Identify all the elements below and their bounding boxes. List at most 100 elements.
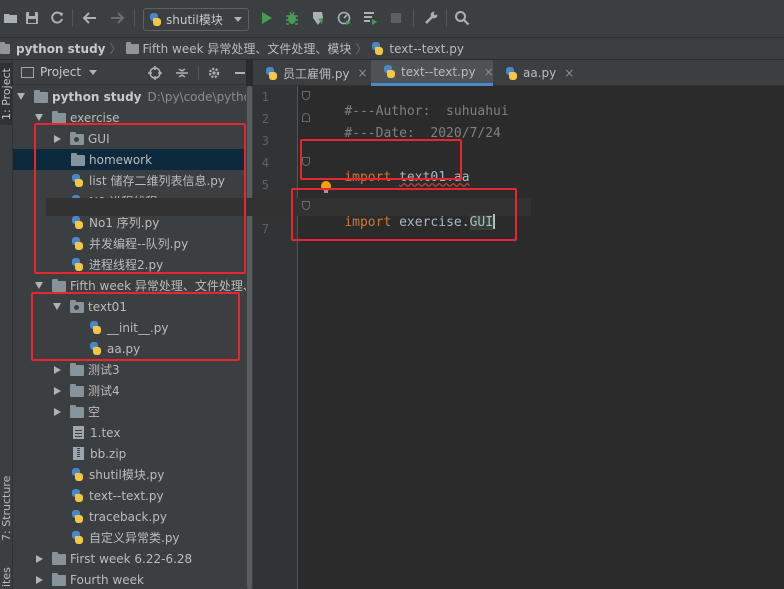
annotation-box-text01 bbox=[31, 292, 240, 361]
project-view-selector[interactable]: Project bbox=[40, 65, 98, 79]
hide-panel-icon[interactable] bbox=[231, 64, 246, 82]
tree-item-folder[interactable]: 测试4 bbox=[13, 380, 246, 401]
tree-item-file[interactable]: 自定义异常类.py bbox=[13, 527, 246, 548]
tool-tab-structure[interactable]: 7: Structure bbox=[0, 473, 13, 543]
python-file-icon bbox=[371, 42, 384, 55]
tree-item-file[interactable]: traceback.py bbox=[13, 506, 246, 527]
save-icon[interactable] bbox=[21, 7, 43, 29]
toolbar-separator bbox=[446, 9, 447, 27]
close-icon[interactable]: × bbox=[358, 66, 368, 80]
forward-icon[interactable] bbox=[106, 7, 128, 29]
open-folder-icon[interactable] bbox=[0, 7, 22, 29]
run-icon[interactable] bbox=[255, 7, 277, 29]
toolbar-separator bbox=[134, 9, 135, 27]
locate-file-icon[interactable] bbox=[146, 64, 164, 82]
expand-arrow-icon[interactable] bbox=[35, 282, 43, 289]
archive-file-icon bbox=[73, 447, 84, 460]
expand-arrow-icon[interactable] bbox=[35, 114, 43, 121]
editor-tab-employee[interactable]: 员工雇佣.py × bbox=[253, 60, 371, 86]
settings-wrench-icon[interactable] bbox=[420, 7, 442, 29]
tree-item-python-study[interactable]: python study D:\py\code\python bbox=[13, 86, 246, 107]
python-file-icon bbox=[71, 510, 84, 523]
debug-icon[interactable] bbox=[281, 7, 303, 29]
profile-icon[interactable] bbox=[333, 7, 355, 29]
collapse-arrow-icon[interactable] bbox=[54, 386, 61, 395]
python-file-icon bbox=[71, 489, 84, 502]
collapse-all-icon[interactable] bbox=[173, 64, 191, 82]
tree-item-fourth-week[interactable]: Fourth week bbox=[13, 569, 246, 589]
tree-item-label: python study bbox=[52, 89, 142, 104]
line-number: 7 bbox=[261, 222, 269, 236]
close-icon[interactable]: × bbox=[564, 66, 574, 80]
chevron-down-icon bbox=[234, 17, 242, 22]
tree-item-label: 空 bbox=[88, 405, 101, 419]
folder-icon bbox=[125, 41, 139, 54]
line-number: 5 bbox=[261, 178, 269, 192]
editor-tab-label: aa.py bbox=[523, 66, 557, 80]
folder-icon bbox=[70, 404, 84, 418]
tree-item-label: 测试3 bbox=[88, 363, 120, 377]
editor-tab-bar: 员工雇佣.py × text--text.py × aa.py × bbox=[253, 60, 784, 86]
tree-item-file[interactable]: shutil模块.py bbox=[13, 464, 246, 485]
breadcrumb-file[interactable]: text--text.py bbox=[371, 42, 464, 56]
tree-item-file[interactable]: bb.zip bbox=[13, 443, 246, 464]
tool-tab-project[interactable]: 1: Project bbox=[0, 63, 13, 125]
collapse-arrow-icon[interactable] bbox=[54, 365, 61, 374]
folder-icon bbox=[52, 110, 66, 124]
project-view-icon bbox=[21, 66, 34, 78]
collapse-arrow-icon[interactable] bbox=[36, 554, 43, 563]
breadcrumb-file-label: text--text.py bbox=[389, 41, 464, 56]
tree-item-label: bb.zip bbox=[90, 446, 127, 461]
fold-marker-icon[interactable] bbox=[302, 113, 310, 122]
tool-tab-favorites[interactable]: ites bbox=[0, 565, 13, 589]
main-toolbar: shutil模块 bbox=[0, 0, 784, 38]
folder-icon bbox=[70, 383, 84, 397]
folder-icon bbox=[34, 89, 48, 103]
search-icon[interactable] bbox=[451, 7, 473, 29]
tree-item-label: 自定义异常类.py bbox=[89, 531, 180, 545]
tree-item-file[interactable]: text--text.py bbox=[13, 485, 246, 506]
editor-tab-text-text[interactable]: text--text.py × bbox=[371, 60, 494, 86]
python-file-icon bbox=[71, 468, 84, 481]
expand-arrow-icon[interactable] bbox=[17, 93, 25, 100]
annotation-box-import-2 bbox=[291, 188, 517, 241]
annotation-box-import-1 bbox=[300, 139, 462, 180]
concurrency-icon[interactable] bbox=[359, 7, 381, 29]
breadcrumb-project[interactable]: python study bbox=[0, 41, 106, 56]
editor-tab-label: text--text.py bbox=[401, 64, 476, 79]
line-number-gutter: 1 2 3 4 5 6 7 bbox=[253, 86, 298, 589]
tool-tab-structure-label: 7: Structure bbox=[0, 475, 13, 541]
breadcrumb-folder-label: Fifth week 异常处理、文件处理、模块 bbox=[142, 42, 352, 56]
tree-item-label: traceback.py bbox=[89, 509, 168, 524]
folder-icon bbox=[0, 41, 10, 54]
scrollbar-thumb[interactable] bbox=[247, 86, 252, 589]
fold-marker-icon[interactable] bbox=[302, 91, 310, 100]
tree-item-label: First week 6.22-6.28 bbox=[70, 551, 193, 566]
project-panel-scrollbar[interactable] bbox=[246, 86, 253, 589]
text-file-icon bbox=[73, 426, 84, 439]
header-separator bbox=[198, 66, 199, 80]
tree-item-folder[interactable]: 空 bbox=[13, 401, 246, 422]
tool-tab-favorites-label: ites bbox=[0, 567, 13, 587]
project-panel-header: Project bbox=[13, 60, 246, 85]
collapse-arrow-icon[interactable] bbox=[36, 575, 43, 584]
chevron-right-icon: 〉 bbox=[109, 42, 122, 56]
gear-icon[interactable] bbox=[205, 64, 223, 82]
toolbar-separator bbox=[413, 9, 414, 27]
tree-item-folder[interactable]: 测试3 bbox=[13, 359, 246, 380]
collapse-arrow-icon[interactable] bbox=[54, 407, 61, 416]
tree-item-label: 1.tex bbox=[90, 425, 121, 440]
back-icon[interactable] bbox=[79, 7, 101, 29]
run-configuration-dropdown[interactable]: shutil模块 bbox=[143, 8, 249, 31]
tree-item-label: text--text.py bbox=[89, 488, 164, 503]
tree-item-file[interactable]: 1.tex bbox=[13, 422, 246, 443]
tree-item-first-week[interactable]: First week 6.22-6.28 bbox=[13, 548, 246, 569]
stop-icon[interactable] bbox=[385, 7, 407, 29]
line-number: 2 bbox=[261, 112, 269, 126]
editor-tab-aa[interactable]: aa.py × bbox=[493, 60, 574, 86]
sync-icon[interactable] bbox=[46, 7, 68, 29]
breadcrumb-folder[interactable]: Fifth week 异常处理、文件处理、模块 bbox=[125, 40, 352, 57]
coverage-icon[interactable] bbox=[307, 7, 329, 29]
toolbar-separator bbox=[72, 9, 73, 27]
folder-icon bbox=[52, 572, 66, 586]
